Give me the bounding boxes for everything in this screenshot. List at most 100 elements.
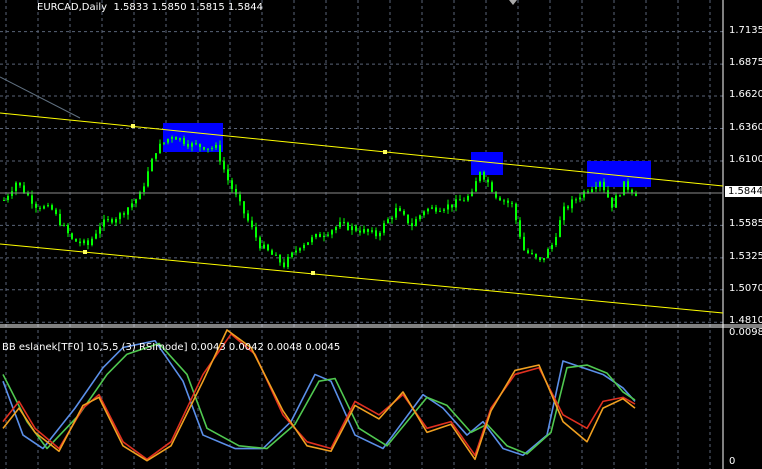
candle-body <box>231 180 233 189</box>
price-tick: 1.5325 <box>729 250 762 262</box>
candle-body <box>615 195 617 208</box>
price-tick: 1.6620 <box>729 89 762 100</box>
candle-body <box>431 207 433 209</box>
candle-body <box>383 223 385 233</box>
candle-body <box>295 250 297 253</box>
candle-body <box>595 186 597 190</box>
candle-body <box>323 235 325 238</box>
candle-body <box>119 213 121 220</box>
candle-body <box>451 204 453 208</box>
candle-body <box>147 171 149 187</box>
candle-body <box>355 226 357 231</box>
candle-body <box>635 193 637 197</box>
candle-body <box>243 201 245 214</box>
candle-body <box>315 233 317 238</box>
candle-body <box>403 211 405 215</box>
candle-body <box>539 257 541 261</box>
candle-body <box>151 158 153 172</box>
candle-body <box>223 161 225 170</box>
trendline-anchor <box>83 250 87 254</box>
candle-body <box>387 219 389 224</box>
candle-body <box>47 205 49 207</box>
candle-body <box>283 262 285 268</box>
candle-body <box>215 144 217 148</box>
candle-body <box>411 223 413 227</box>
candle-body <box>535 253 537 258</box>
candle-body <box>343 222 345 224</box>
candle-body <box>467 196 469 201</box>
candle-body <box>187 143 189 147</box>
candle-body <box>67 225 69 234</box>
symbol-title: EURCAD,Daily 1.5833 1.5850 1.5815 1.5844 <box>37 2 263 13</box>
gray-trendline <box>0 76 81 119</box>
candle-body <box>531 253 533 255</box>
candle-body <box>319 233 321 238</box>
price-tick: 1.6100 <box>729 154 762 165</box>
candle-body <box>503 200 505 202</box>
candle-body <box>447 204 449 210</box>
candle-body <box>175 137 177 140</box>
candle-body <box>583 191 585 198</box>
candle-body <box>123 213 125 215</box>
candle-body <box>339 222 341 228</box>
candle-body <box>71 233 73 239</box>
candle-body <box>15 182 17 192</box>
candle-body <box>359 230 361 233</box>
candle-body <box>591 189 593 193</box>
candle-body <box>99 226 101 234</box>
candle-body <box>235 188 237 195</box>
price-tick: 1.5070 <box>729 282 762 294</box>
candle-body <box>587 191 589 193</box>
candle-body <box>247 213 249 221</box>
indicator-axis-max: 0.0098 <box>729 327 762 338</box>
candle-body <box>351 226 353 231</box>
candle-body <box>547 248 549 258</box>
price-tick: 1.5585 <box>729 218 762 230</box>
candle-body <box>459 199 461 201</box>
candle-body <box>115 219 117 223</box>
candle-body <box>275 254 277 256</box>
candle-body <box>527 250 529 254</box>
candle-body <box>195 143 197 145</box>
candle-body <box>567 206 569 209</box>
zone-rectangle <box>587 161 651 187</box>
candle-body <box>75 238 77 242</box>
candle-body <box>331 230 333 235</box>
chart-canvas[interactable] <box>0 0 762 469</box>
indicator-title: BB eslanek[TF0] 10,5,5 (3) RSImode] 0.00… <box>2 342 341 353</box>
candle-body <box>171 137 173 139</box>
candle-body <box>559 220 561 237</box>
candle-body <box>63 225 65 227</box>
candle-body <box>507 200 509 203</box>
candle-body <box>267 244 269 251</box>
candle-body <box>327 234 329 236</box>
candle-body <box>239 194 241 202</box>
candle-body <box>303 244 305 249</box>
candle-body <box>111 219 113 223</box>
candle-body <box>299 248 301 251</box>
candle-body <box>627 181 629 190</box>
candle-body <box>199 143 201 148</box>
candle-body <box>435 207 437 212</box>
candle-body <box>159 143 161 154</box>
candle-body <box>219 144 221 162</box>
candle-body <box>487 179 489 183</box>
candle-body <box>443 209 445 211</box>
candle-body <box>143 186 145 193</box>
candle-body <box>263 244 265 249</box>
candle-body <box>183 138 185 144</box>
candle-body <box>31 195 33 204</box>
candle-body <box>455 199 457 208</box>
trendline-anchor <box>383 150 387 154</box>
candle-body <box>519 220 521 237</box>
price-tick: 1.7135 <box>729 24 762 36</box>
candle-body <box>7 195 9 201</box>
candle-body <box>127 207 129 215</box>
candle-body <box>419 215 421 220</box>
candle-body <box>191 143 193 147</box>
candle-body <box>259 237 261 249</box>
candle-body <box>35 203 37 208</box>
candle-body <box>55 209 57 214</box>
candle-body <box>19 182 21 186</box>
candle-body <box>95 233 97 239</box>
